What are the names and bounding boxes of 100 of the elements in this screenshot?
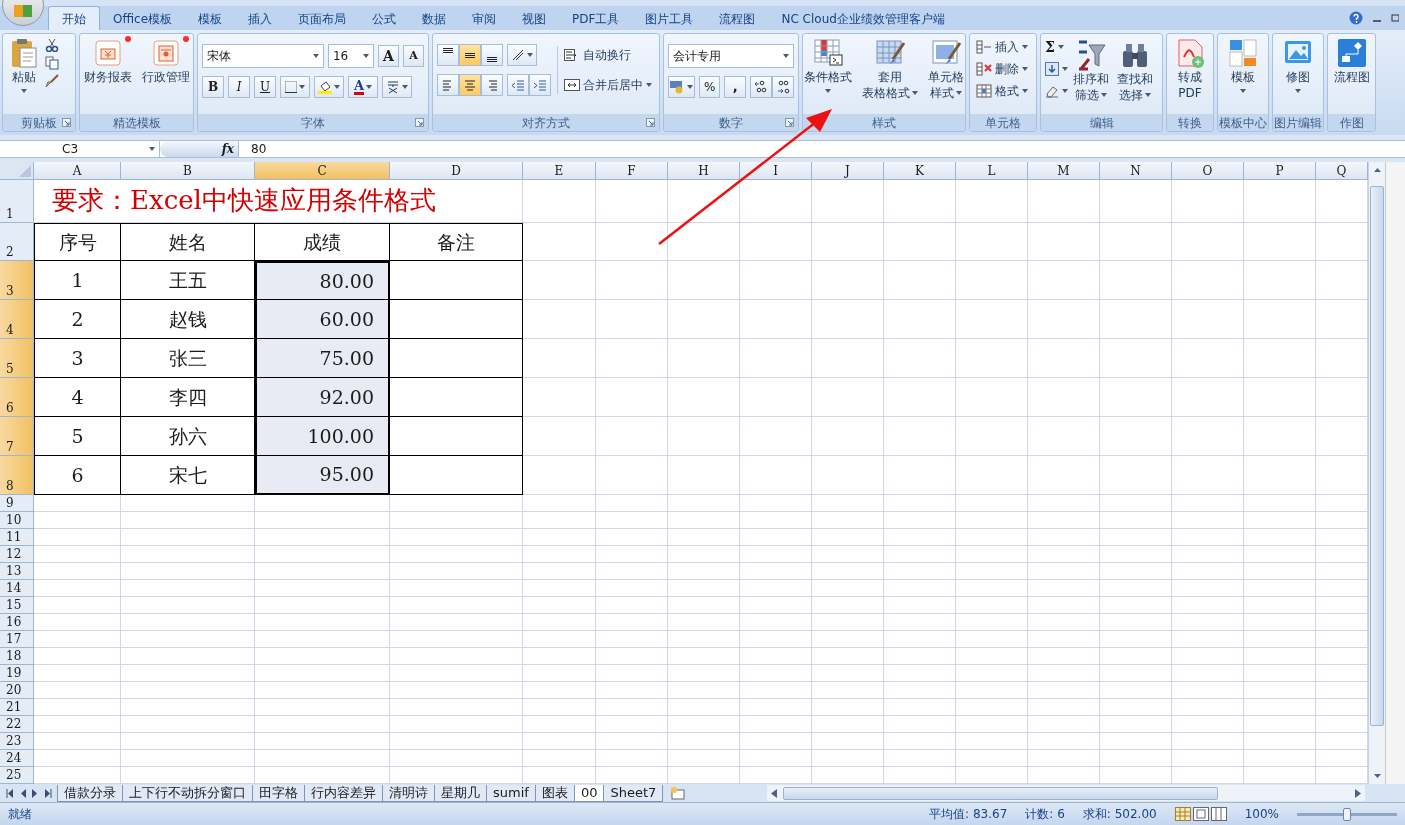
sheet-tab[interactable]: 清明诗 <box>382 784 435 802</box>
scroll-thumb[interactable] <box>783 786 1219 800</box>
sheet-tab[interactable]: sumif <box>486 784 536 802</box>
merge-center-button[interactable]: 合并后居中 <box>564 76 652 94</box>
column-header[interactable]: P <box>1244 162 1316 180</box>
horizontal-scrollbar[interactable] <box>767 785 1365 801</box>
ribbon-tab[interactable]: 审阅 <box>459 8 510 30</box>
slider-thumb[interactable] <box>1343 807 1351 821</box>
row-header[interactable]: 4 <box>0 300 34 339</box>
column-header[interactable]: A <box>34 162 121 180</box>
row-header[interactable]: 19 <box>0 665 34 682</box>
column-header[interactable]: I <box>740 162 812 180</box>
sheet-tab[interactable]: 借款分录 <box>57 784 123 802</box>
zoom-level[interactable]: 100% <box>1244 805 1279 823</box>
row-header[interactable]: 9 <box>0 495 34 512</box>
column-header[interactable]: L <box>956 162 1028 180</box>
table-button[interactable]: 套用 表格格式 <box>859 36 921 101</box>
ribbon-tab[interactable]: 公式 <box>359 8 410 30</box>
sort-button[interactable]: 排序和 筛选 <box>1070 38 1112 103</box>
row-header[interactable]: 21 <box>0 699 34 716</box>
top-align-button[interactable] <box>437 44 459 66</box>
comma-button[interactable]: , <box>724 76 746 98</box>
row-header[interactable]: 6 <box>0 378 34 417</box>
wrap-text-button[interactable]: 自动换行 <box>564 46 652 64</box>
template-button[interactable]: 模板 <box>1224 36 1262 93</box>
grow-font-button[interactable]: A <box>378 45 400 67</box>
paste-button[interactable]: 粘贴 <box>5 36 43 93</box>
name-box[interactable]: C3 <box>0 141 160 157</box>
align-right-button[interactable] <box>481 74 503 96</box>
column-header[interactable]: H <box>668 162 740 180</box>
row-header[interactable]: 24 <box>0 750 34 767</box>
row-header[interactable]: 3 <box>0 261 34 300</box>
ribbon-tab[interactable]: 视图 <box>509 8 560 30</box>
row-header[interactable]: 20 <box>0 682 34 699</box>
underline-button[interactable]: U <box>254 76 276 98</box>
image-button[interactable]: 修图 <box>1279 36 1317 93</box>
orientation-button[interactable] <box>507 44 537 66</box>
bottom-align-button[interactable] <box>481 44 503 66</box>
row-header[interactable]: 10 <box>0 512 34 529</box>
row-header[interactable]: 14 <box>0 580 34 597</box>
formula-field[interactable]: 80 <box>238 141 1405 157</box>
ribbon-tab[interactable]: 图片工具 <box>632 8 707 30</box>
row-header[interactable]: 12 <box>0 546 34 563</box>
row-header[interactable]: 22 <box>0 716 34 733</box>
admin-button[interactable]: 行政管理 <box>138 36 193 85</box>
row-header[interactable]: 5 <box>0 339 34 378</box>
sum-button[interactable]: Σ <box>1045 38 1068 56</box>
finance-button[interactable]: 财务报表 <box>80 36 135 85</box>
percent-button[interactable]: % <box>698 76 721 98</box>
row-header[interactable]: 16 <box>0 614 34 631</box>
row-header[interactable]: 7 <box>0 417 34 456</box>
increase-decimal-button[interactable] <box>750 76 772 98</box>
font-size-field[interactable]: 16 <box>328 44 375 68</box>
ribbon-tab[interactable]: 流程图 <box>706 8 769 30</box>
column-header[interactable]: O <box>1172 162 1244 180</box>
ribbon-tab[interactable]: PDF工具 <box>559 8 633 30</box>
accounting-format-button[interactable] <box>668 76 695 98</box>
ribbon-tab[interactable]: 页面布局 <box>285 8 360 30</box>
dialog-launcher-icon[interactable] <box>62 118 71 127</box>
phonetic-button[interactable] <box>382 76 412 98</box>
dialog-launcher-icon[interactable] <box>646 118 655 127</box>
row-header[interactable]: 25 <box>0 767 34 784</box>
insert-button[interactable]: 插入 <box>976 38 1030 56</box>
number-format-field[interactable]: 会计专用 <box>668 44 794 68</box>
ribbon-tab[interactable]: NC Cloud企业绩效管理客户端 <box>768 8 958 30</box>
insert-function-button[interactable]: fx <box>221 140 234 158</box>
column-header[interactable]: N <box>1100 162 1172 180</box>
zoom-slider[interactable] <box>1297 807 1397 821</box>
row-header[interactable]: 11 <box>0 529 34 546</box>
font-name-field[interactable]: 宋体 <box>202 44 324 68</box>
font-color-button[interactable]: A <box>348 76 378 98</box>
ribbon-tab[interactable]: 开始 <box>48 6 100 30</box>
ribbon-tab[interactable]: 插入 <box>235 8 286 30</box>
bold-button[interactable]: B <box>202 76 224 98</box>
shrink-font-button[interactable]: A <box>403 45 424 67</box>
column-header[interactable]: B <box>121 162 255 180</box>
sheet-tab[interactable]: 上下行不动拆分窗口 <box>122 784 253 802</box>
column-header[interactable]: K <box>884 162 956 180</box>
sheet-tab[interactable]: 田字格 <box>252 784 305 802</box>
column-header[interactable]: J <box>812 162 884 180</box>
fill-button[interactable] <box>1045 60 1068 78</box>
column-header[interactable]: F <box>596 162 668 180</box>
fill-color-button[interactable] <box>314 76 344 98</box>
middle-align-button[interactable] <box>459 44 481 66</box>
center-button[interactable] <box>459 74 481 96</box>
row-header[interactable]: 13 <box>0 563 34 580</box>
ribbon-tab[interactable]: Office模板 <box>100 8 186 30</box>
row-header[interactable]: 1 <box>0 180 34 223</box>
dialog-launcher-icon[interactable] <box>785 118 794 127</box>
sheet-tab[interactable]: 行内容差异 <box>304 784 383 802</box>
pdf-button[interactable]: 转成 PDF <box>1171 36 1209 101</box>
column-header[interactable]: D <box>390 162 523 180</box>
format-button[interactable]: 格式 <box>976 82 1030 100</box>
row-header[interactable]: 2 <box>0 223 34 261</box>
scroll-thumb[interactable] <box>1370 186 1384 726</box>
find-button[interactable]: 查找和 选择 <box>1114 38 1156 103</box>
row-header[interactable]: 15 <box>0 597 34 614</box>
align-left-button[interactable] <box>437 74 459 96</box>
vertical-scrollbar[interactable] <box>1368 162 1385 784</box>
row-header[interactable]: 8 <box>0 456 34 495</box>
